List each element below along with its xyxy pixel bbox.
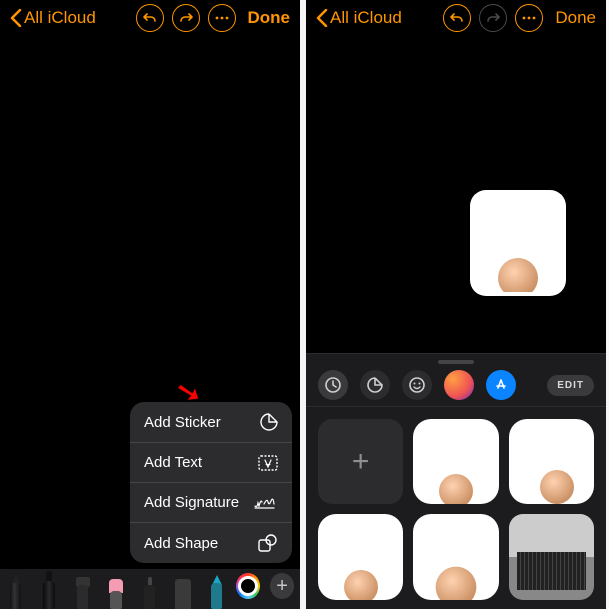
tab-recents[interactable]: [318, 370, 348, 400]
undo-icon: [450, 11, 464, 25]
screenshot-right: All iCloud Done T A K E: [306, 0, 606, 609]
ruler-tool[interactable]: [169, 573, 196, 609]
sticker-cell[interactable]: T A K E: [413, 419, 498, 504]
back-button[interactable]: All iCloud: [10, 8, 96, 28]
menu-label: Add Signature: [144, 494, 239, 511]
sticker-drawer: EDIT + T A K E T A K E T A K E T A K E: [306, 353, 606, 609]
add-shape-item[interactable]: Add Shape: [130, 523, 292, 563]
redo-button: [479, 4, 507, 32]
laptop-sticker: [509, 514, 594, 599]
pen-tool[interactable]: [2, 573, 29, 609]
back-label: All iCloud: [24, 8, 96, 28]
add-sticker-cell[interactable]: +: [318, 419, 403, 504]
sticker-grid: + T A K E T A K E T A K E T A K E: [306, 407, 606, 600]
smiley-icon: [408, 376, 426, 394]
eraser-tool[interactable]: [102, 573, 129, 609]
screenshot-left: All iCloud Done ➘ Add Sticker Add Text: [0, 0, 300, 609]
tab-stickers[interactable]: [360, 370, 390, 400]
sticker-cell[interactable]: T A K E: [318, 514, 403, 599]
nav-bar: All iCloud Done: [0, 0, 300, 42]
menu-label: Add Text: [144, 454, 202, 471]
sticker-person: T A K E: [474, 194, 562, 292]
add-signature-item[interactable]: Add Signature: [130, 483, 292, 523]
back-button[interactable]: All iCloud: [316, 8, 402, 28]
sticker-cell[interactable]: [509, 514, 594, 599]
more-icon: [522, 16, 536, 20]
sticker-icon: [260, 413, 278, 431]
add-menu: Add Sticker Add Text Add Signature Add S…: [130, 402, 292, 563]
back-label: All iCloud: [330, 8, 402, 28]
shape-icon: [258, 534, 278, 552]
sticker-tab-icon: [366, 376, 384, 394]
pencil-tool[interactable]: [203, 573, 230, 609]
menu-label: Add Shape: [144, 535, 218, 552]
nav-bar: All iCloud Done: [306, 0, 606, 42]
lasso-tool[interactable]: [136, 573, 163, 609]
markup-toolbar: +: [0, 569, 300, 609]
menu-label: Add Sticker: [144, 414, 221, 431]
sticker-cell[interactable]: T A K E: [413, 514, 498, 599]
undo-icon: [143, 11, 157, 25]
add-text-item[interactable]: Add Text: [130, 443, 292, 483]
signature-icon: [254, 496, 278, 510]
highlighter-tool[interactable]: [69, 573, 96, 609]
sticker-tabs: EDIT: [306, 368, 606, 407]
edit-button[interactable]: EDIT: [547, 375, 594, 396]
tab-appstore[interactable]: [486, 370, 516, 400]
sticker-head: [498, 258, 538, 292]
done-button[interactable]: Done: [248, 8, 291, 28]
done-button[interactable]: Done: [555, 8, 596, 28]
more-icon: [215, 16, 229, 20]
color-picker-button[interactable]: [236, 573, 260, 599]
marker-tool[interactable]: [35, 567, 62, 609]
nav-bar-actions: Done: [443, 4, 596, 32]
add-button[interactable]: +: [270, 573, 294, 599]
redo-icon: [179, 11, 193, 25]
drawer-handle[interactable]: [438, 360, 474, 364]
text-box-icon: [258, 455, 278, 471]
placed-sticker[interactable]: T A K E: [470, 190, 566, 296]
redo-button[interactable]: [172, 4, 200, 32]
appstore-icon: [494, 378, 508, 392]
tab-emoji[interactable]: [402, 370, 432, 400]
chevron-left-icon: [10, 9, 22, 27]
undo-button[interactable]: [443, 4, 471, 32]
redo-icon: [486, 11, 500, 25]
more-button[interactable]: [515, 4, 543, 32]
chevron-left-icon: [316, 9, 328, 27]
more-button[interactable]: [208, 4, 236, 32]
tab-photos[interactable]: [444, 370, 474, 400]
plus-icon: +: [352, 445, 370, 479]
clock-icon: [324, 376, 342, 394]
nav-bar-actions: Done: [136, 4, 291, 32]
add-sticker-item[interactable]: Add Sticker: [130, 402, 292, 443]
undo-button[interactable]: [136, 4, 164, 32]
sticker-cell[interactable]: T A K E: [509, 419, 594, 504]
